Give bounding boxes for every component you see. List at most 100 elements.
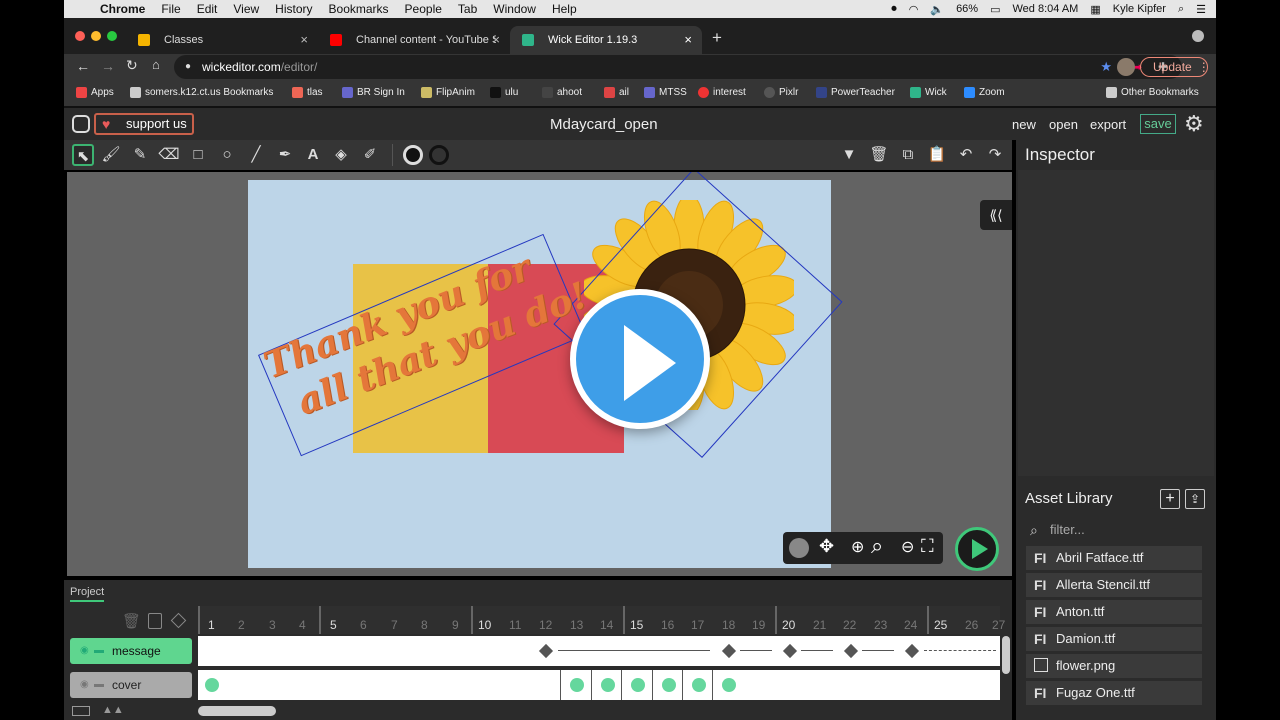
rectangle-tool-icon[interactable]: □ <box>187 144 209 166</box>
app-menu-name[interactable]: Chrome <box>100 2 145 16</box>
undo-icon[interactable]: ↶ <box>955 144 977 166</box>
clock[interactable]: Wed 8:04 AM <box>1013 3 1079 15</box>
asset-item[interactable]: FI Abril Fatface.ttf <box>1026 546 1202 570</box>
cursor-tool-icon[interactable]: ⬉ <box>72 144 94 166</box>
text-tool-icon[interactable]: A <box>302 144 324 166</box>
bookmark-hulu[interactable]: ulu <box>490 87 518 98</box>
close-tab-icon[interactable]: × <box>492 32 500 47</box>
menu-file[interactable]: File <box>161 2 180 16</box>
layer-message[interactable]: ◉ ▬ message <box>70 638 192 664</box>
keyframe-diamond[interactable] <box>538 643 554 659</box>
asset-item[interactable]: FI Damion.ttf <box>1026 627 1202 651</box>
zoom-window-button[interactable] <box>107 31 117 41</box>
keyframe-dot[interactable] <box>601 678 615 692</box>
zoom-out-icon[interactable]: ⊖ <box>901 537 914 557</box>
message-frames[interactable] <box>198 636 1000 666</box>
add-layer-icon[interactable] <box>148 613 162 629</box>
pen-tool-icon[interactable]: ✒ <box>274 144 296 166</box>
back-icon[interactable]: ← <box>76 58 90 74</box>
brush-tool-icon[interactable]: 🖌 <box>100 144 122 166</box>
timeline-vertical-scrollbar[interactable] <box>1002 636 1010 674</box>
dropdown-chevron-icon[interactable]: ▼ <box>838 144 860 166</box>
bookmark-kahoot[interactable]: ahoot <box>542 87 582 98</box>
asset-item[interactable]: FI Anton.ttf <box>1026 600 1202 624</box>
add-asset-icon[interactable]: + <box>1160 489 1180 509</box>
video-play-button[interactable] <box>570 289 710 429</box>
bookmark-apps[interactable]: Apps <box>76 87 114 98</box>
update-button[interactable]: Update ⋮ <box>1140 57 1210 77</box>
user-name[interactable]: Kyle Kipfer <box>1113 3 1166 15</box>
collapse-panel-icon[interactable]: ⟪⟨ <box>980 200 1012 230</box>
reload-icon[interactable]: ↻ <box>126 57 138 74</box>
home-icon[interactable]: ⌂ <box>152 57 160 72</box>
layer-cover[interactable]: ◉ ▬ cover <box>70 672 192 698</box>
new-tab-button[interactable]: + <box>712 28 722 48</box>
eyedropper-tool-icon[interactable]: ✐ <box>359 144 381 166</box>
menu-tab[interactable]: Tab <box>458 2 477 16</box>
url-bar[interactable]: ● wickeditor.com/editor/ ★ ➡ ✚ <box>174 55 1182 79</box>
bookmark-mtss[interactable]: MTSS <box>644 87 687 98</box>
fill-color-swatch[interactable] <box>403 145 423 165</box>
close-tab-icon[interactable]: × <box>684 32 692 47</box>
save-button[interactable]: save <box>1140 114 1176 134</box>
upload-asset-icon[interactable]: ⇪ <box>1185 489 1205 509</box>
tab-youtube[interactable]: Channel content - YouTube St… × <box>318 26 510 54</box>
eye-icon[interactable]: ◉ <box>80 638 89 664</box>
keyframe-diamond[interactable] <box>904 643 920 659</box>
close-window-button[interactable] <box>75 31 85 41</box>
zoom-in-icon[interactable]: ⊕ <box>851 537 864 557</box>
asset-item[interactable]: flower.png <box>1026 654 1202 678</box>
pan-icon[interactable]: ✥ <box>819 536 834 557</box>
delete-layer-icon[interactable]: 🗑 <box>122 612 141 630</box>
project-title[interactable]: Mdaycard_open <box>550 116 658 133</box>
keyframe-diamond[interactable] <box>843 643 859 659</box>
eraser-tool-icon[interactable]: ⌫ <box>158 144 180 166</box>
fit-screen-icon[interactable]: ⛶ <box>921 536 934 557</box>
menu-help[interactable]: Help <box>552 2 577 16</box>
bookmark-pixlr[interactable]: Pixlr <box>764 87 798 98</box>
zoom-search-icon[interactable]: ⌕ <box>871 533 883 559</box>
profile-avatar[interactable] <box>1117 58 1135 76</box>
keyframe-dot[interactable] <box>570 678 584 692</box>
stage[interactable]: Thank you for all that you do! <box>248 172 843 568</box>
keyframe-dot[interactable] <box>205 678 219 692</box>
settings-gear-icon[interactable]: ⚙ <box>1184 111 1204 137</box>
stroke-color-swatch[interactable] <box>429 145 449 165</box>
menu-edit[interactable]: Edit <box>197 2 218 16</box>
flag-icon[interactable]: ▦ <box>1090 3 1100 16</box>
copy-icon[interactable]: ⧉ <box>897 144 919 166</box>
fill-bucket-tool-icon[interactable]: ◈ <box>330 144 352 166</box>
bookmark-wick[interactable]: Wick <box>910 87 947 98</box>
bookmark-powerteacher[interactable]: PowerTeacher <box>816 87 895 98</box>
bookmark-gmail[interactable]: ail <box>604 87 629 98</box>
menu-view[interactable]: View <box>233 2 259 16</box>
menu-bookmarks[interactable]: Bookmarks <box>329 2 389 16</box>
support-us-button[interactable]: ♥ support us <box>94 113 194 135</box>
lock-icon[interactable]: ▬ <box>94 638 104 664</box>
bookmark-somers[interactable]: somers.k12.ct.us Bookmarks <box>130 87 273 98</box>
redo-icon[interactable]: ↷ <box>984 144 1006 166</box>
bookmark-zoom[interactable]: Zoom <box>964 87 1005 98</box>
timeline-horizontal-scrollbar[interactable] <box>198 706 276 716</box>
new-button[interactable]: new <box>1012 117 1036 132</box>
keyframe-diamond[interactable] <box>782 643 798 659</box>
frame-size-icon[interactable] <box>72 706 90 716</box>
menu-history[interactable]: History <box>275 2 312 16</box>
keyframe-diamond[interactable] <box>721 643 737 659</box>
menu-people[interactable]: People <box>405 2 442 16</box>
asset-filter-input[interactable]: ⌕ filter... <box>1026 518 1202 542</box>
forward-icon[interactable]: → <box>101 58 115 74</box>
battery-icon[interactable]: ▭ <box>990 3 1000 16</box>
delete-icon[interactable]: 🗑 <box>868 144 890 166</box>
tab-search-icon[interactable] <box>1192 30 1204 42</box>
bookmark-tlas[interactable]: tlas <box>292 87 323 98</box>
minimize-window-button[interactable] <box>91 31 101 41</box>
line-tool-icon[interactable]: ╱ <box>245 144 267 166</box>
keyframe-dot[interactable] <box>662 678 676 692</box>
bookmark-star-icon[interactable]: ★ <box>1100 55 1112 79</box>
project-tab[interactable]: Project <box>70 586 105 602</box>
keyframe-dot[interactable] <box>631 678 645 692</box>
waveform-icon[interactable]: ▲▲ <box>102 704 124 716</box>
canvas-area[interactable]: Thank you for all that you do! ⟪⟨ ✥ ⊕ ⌕ … <box>67 172 1012 576</box>
bookmark-br-sign-in[interactable]: BR Sign In <box>342 87 405 98</box>
